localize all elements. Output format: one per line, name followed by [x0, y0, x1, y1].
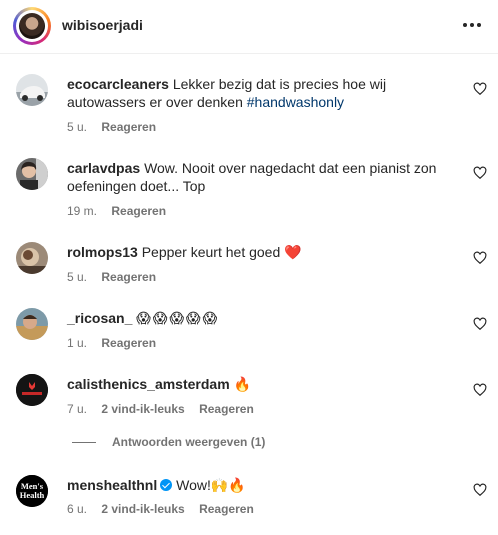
calisthenics-logo: [16, 374, 48, 406]
comment-time[interactable]: 5 u.: [67, 270, 87, 284]
reply-button[interactable]: Reageren: [199, 502, 254, 516]
svg-text:Health: Health: [20, 490, 45, 500]
comment-meta: 1 u. Reageren: [67, 336, 167, 350]
reply-button[interactable]: Reageren: [101, 120, 156, 134]
comment-meta: 5 u. Reageren: [67, 270, 167, 284]
comment-text: Wow!: [176, 477, 211, 493]
comment-avatar[interactable]: [16, 242, 48, 274]
like-heart-icon[interactable]: [473, 483, 487, 497]
comment-hashtag[interactable]: #handwashonly: [247, 94, 344, 110]
comment-body: ecocarcleaners Lekker bezig dat is preci…: [67, 75, 462, 111]
reply-button[interactable]: Reageren: [199, 402, 254, 416]
reply-button[interactable]: Reageren: [101, 336, 156, 350]
reply-button[interactable]: Reageren: [111, 204, 166, 218]
comment-time[interactable]: 5 u.: [67, 120, 87, 134]
like-heart-icon[interactable]: [473, 82, 487, 96]
comment-time[interactable]: 7 u.: [67, 402, 87, 416]
comment-likes[interactable]: 2 vind-ik-leuks: [101, 502, 184, 516]
comment-time[interactable]: 1 u.: [67, 336, 87, 350]
comment-time[interactable]: 6 u.: [67, 502, 87, 516]
comment-meta: 6 u. 2 vind-ik-leuks Reageren: [67, 502, 265, 516]
comment-text: Pepper keurt het goed: [141, 244, 285, 260]
owner-avatar[interactable]: [13, 7, 51, 45]
comment-time[interactable]: 19 m.: [67, 204, 97, 218]
comment-username[interactable]: carlavdpas: [67, 160, 140, 176]
comment-meta: 5 u. Reageren: [67, 120, 167, 134]
comment-emoji: 🔥: [233, 377, 251, 393]
like-heart-icon[interactable]: [473, 383, 487, 397]
comment-body: calisthenics_amsterdam 🔥: [67, 375, 462, 394]
comment-avatar[interactable]: [16, 74, 48, 106]
comment-body: rolmops13 Pepper keurt het goed ❤️: [67, 243, 462, 262]
comment-body: _ricosan_ 😱😱😱😱😱: [67, 309, 462, 328]
comment-emoji: ❤️: [284, 245, 302, 261]
comment-emoji: 😱😱😱😱😱: [136, 311, 220, 327]
comment-avatar[interactable]: [16, 158, 48, 190]
verified-badge-icon: [160, 479, 173, 491]
comment-avatar[interactable]: [16, 308, 48, 340]
comment-username[interactable]: menshealthnl: [67, 477, 157, 493]
reply-button[interactable]: Reageren: [101, 270, 156, 284]
comment-emoji: 🙌🔥: [210, 478, 246, 494]
post-header: wibisoerjadi: [0, 0, 498, 54]
comment-body: carlavdpas Wow. Nooit over nagedacht dat…: [67, 159, 462, 195]
like-heart-icon[interactable]: [473, 166, 487, 180]
comment-username[interactable]: calisthenics_amsterdam: [67, 376, 230, 392]
comment-username[interactable]: _ricosan_: [67, 310, 132, 326]
comment-likes[interactable]: 2 vind-ik-leuks: [101, 402, 184, 416]
owner-avatar-image: [16, 10, 48, 42]
view-replies-label: Antwoorden weergeven (1): [112, 435, 266, 449]
owner-username[interactable]: wibisoerjadi: [62, 17, 143, 33]
more-options-icon[interactable]: [458, 14, 486, 36]
like-heart-icon[interactable]: [473, 317, 487, 331]
replies-divider: [72, 441, 96, 443]
comment-avatar[interactable]: Men's Health: [16, 475, 48, 507]
view-replies-button[interactable]: Antwoorden weergeven (1): [72, 435, 265, 449]
comment-body: menshealthnl Wow!🙌🔥: [67, 476, 462, 495]
like-heart-icon[interactable]: [473, 251, 487, 265]
mens-health-logo: Men's Health: [16, 475, 48, 507]
comment-avatar[interactable]: [16, 374, 48, 406]
comment-username[interactable]: ecocarcleaners: [67, 76, 169, 92]
comment-meta: 7 u. 2 vind-ik-leuks Reageren: [67, 402, 265, 416]
comment-username[interactable]: rolmops13: [67, 244, 138, 260]
comment-meta: 19 m. Reageren: [67, 204, 177, 218]
